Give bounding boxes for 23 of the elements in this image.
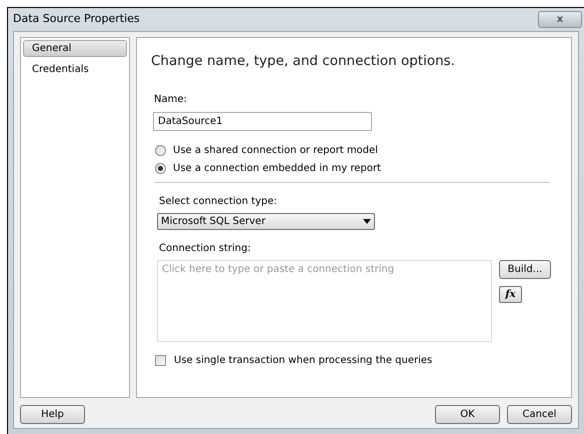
field-label: Connection string: [159, 242, 252, 256]
field-label: Select connection type: [159, 195, 278, 210]
radio-button[interactable] [155, 163, 166, 174]
name-field[interactable]: DataSource1 [153, 112, 372, 132]
radio-label: Use a shared connection or report model [173, 144, 378, 158]
checkbox-label: Use single transaction when processing the queries [174, 354, 432, 368]
expression-button[interactable]: fx [499, 286, 522, 304]
sidebar-item[interactable]: General [23, 40, 127, 57]
close-button[interactable]: x [538, 11, 582, 28]
cancel-button[interactable]: Cancel [507, 405, 572, 424]
field-label: Name: [154, 93, 188, 108]
window-title: Data Source Properties [13, 11, 140, 28]
dropdown-arrow-icon [363, 219, 371, 224]
page-heading: Change name, type, and connection options. [151, 52, 456, 71]
radio-label: Use a connection embedded in my report [173, 162, 381, 176]
help-button[interactable]: Help [20, 405, 85, 424]
connection-type-dropdown[interactable]: Microsoft SQL Server [157, 213, 375, 230]
checkbox[interactable] [155, 355, 166, 366]
connection-string-field[interactable]: Click here to type or paste a connection string [157, 260, 492, 342]
ok-button[interactable]: OK [435, 405, 500, 424]
radio-button[interactable] [155, 145, 166, 156]
build-button[interactable]: Build... [499, 260, 551, 280]
sidebar-item[interactable]: Credentials [23, 61, 127, 78]
